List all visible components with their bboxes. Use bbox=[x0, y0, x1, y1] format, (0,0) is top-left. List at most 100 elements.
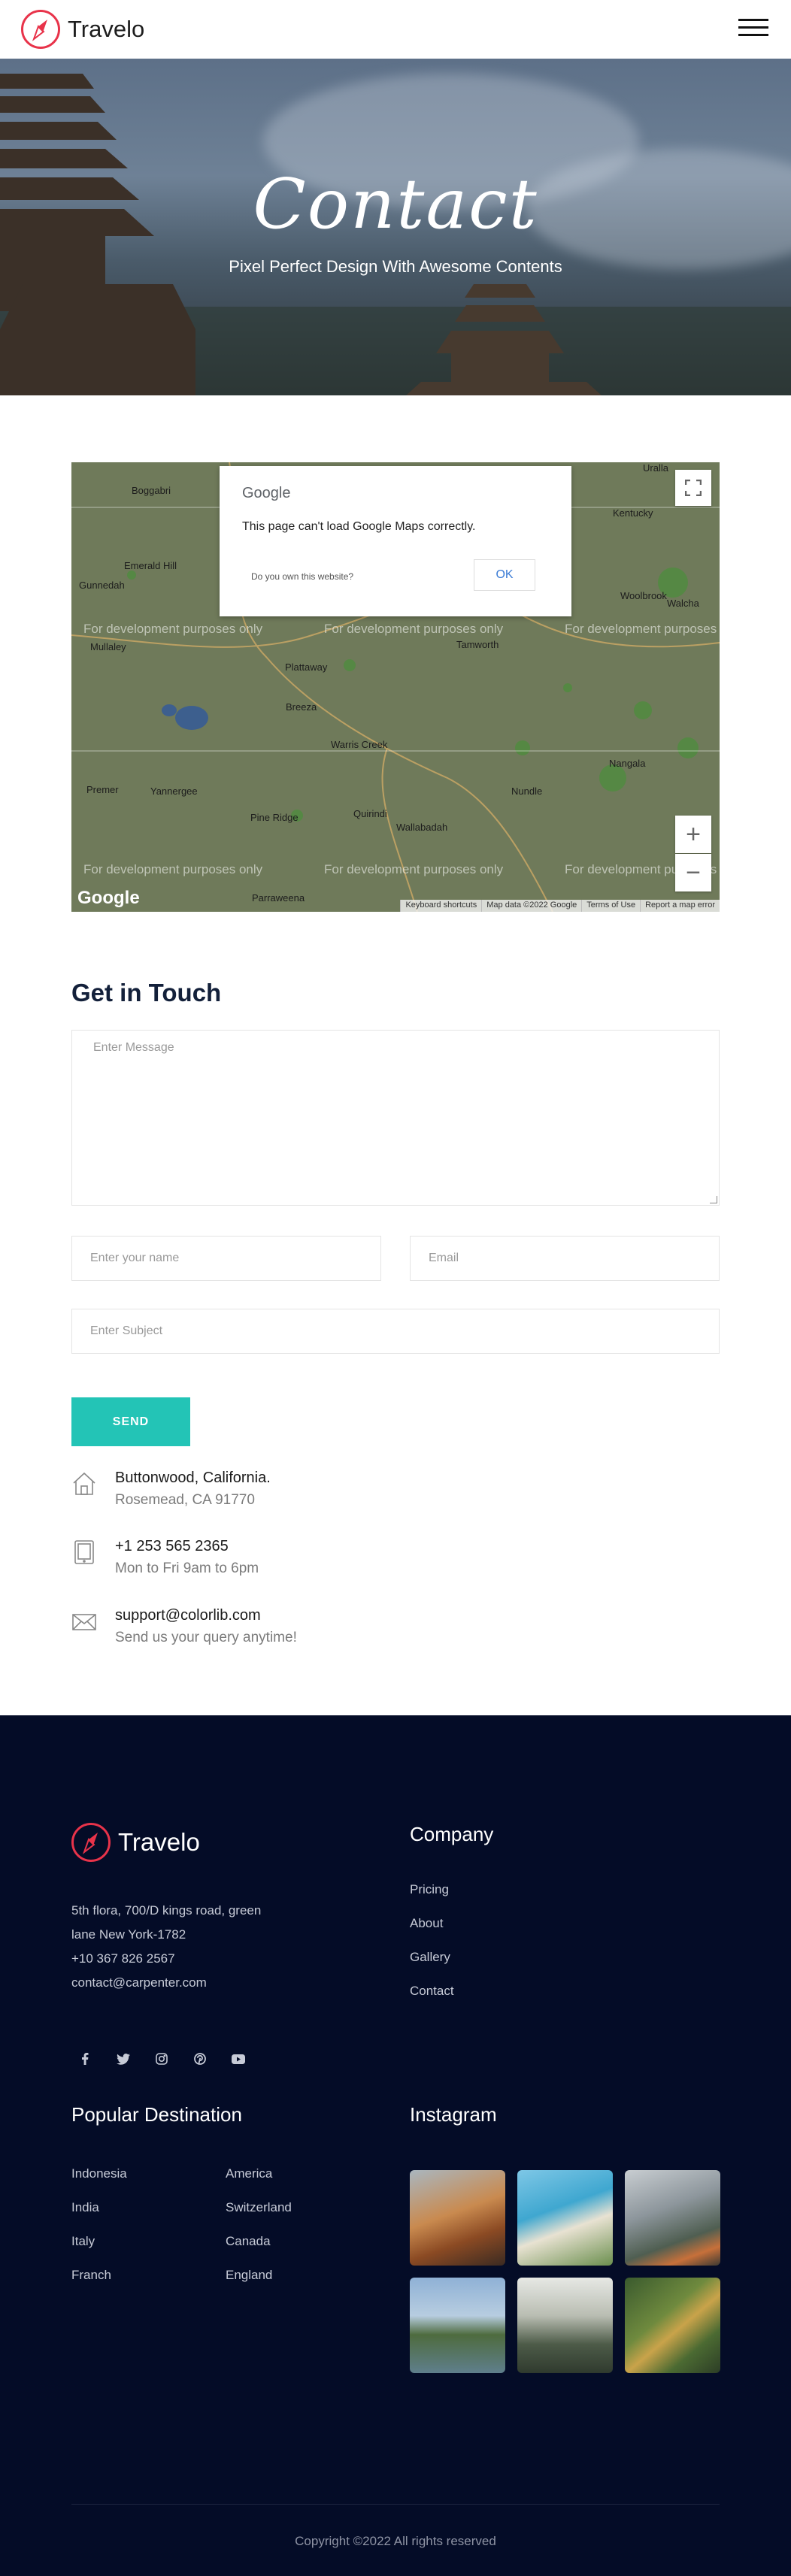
map-place-label: Uralla bbox=[643, 462, 668, 474]
home-icon bbox=[73, 1472, 95, 1495]
message-placeholder: Enter Message bbox=[93, 1041, 174, 1054]
google-logo[interactable]: Google bbox=[77, 888, 140, 909]
footer-link-about[interactable]: About bbox=[410, 1916, 443, 1931]
map-place-label: Boggabri bbox=[132, 485, 171, 496]
map-place-label: Tamworth bbox=[456, 639, 499, 650]
facebook-icon[interactable] bbox=[74, 2048, 96, 2070]
instagram-photo[interactable] bbox=[625, 2278, 720, 2373]
destination-link[interactable]: Canada bbox=[226, 2234, 271, 2249]
youtube-icon[interactable] bbox=[227, 2048, 250, 2070]
destination-link[interactable]: Italy bbox=[71, 2234, 95, 2249]
map-owner-question[interactable]: Do you own this website? bbox=[251, 571, 353, 582]
map-dev-watermark: For development purposes only bbox=[324, 622, 504, 636]
subject-placeholder: Enter Subject bbox=[90, 1324, 163, 1337]
page-title: Contact bbox=[253, 164, 538, 244]
footer-divider bbox=[71, 2504, 720, 2505]
send-button[interactable]: SEND bbox=[71, 1397, 190, 1446]
map-place-label: Nundle bbox=[511, 786, 543, 797]
instagram-photo[interactable] bbox=[410, 2278, 505, 2373]
company-heading: Company bbox=[410, 1823, 494, 1845]
instagram-heading: Instagram bbox=[410, 2103, 497, 2126]
destination-link[interactable]: Switzerland bbox=[226, 2200, 292, 2215]
email-input[interactable]: Email bbox=[410, 1236, 720, 1281]
destination-link[interactable]: India bbox=[71, 2200, 99, 2215]
brand-logo[interactable]: Travelo bbox=[21, 10, 144, 49]
twitter-icon[interactable] bbox=[112, 2048, 135, 2070]
instagram-photo[interactable] bbox=[517, 2278, 613, 2373]
map-place-label: Kentucky bbox=[613, 507, 653, 519]
copyright-text: Copyright ©2022 All rights reserved bbox=[295, 2534, 496, 2548]
email-note: Send us your query anytime! bbox=[115, 1630, 297, 1645]
email-placeholder: Email bbox=[429, 1252, 459, 1264]
phone-hours: Mon to Fri 9am to 6pm bbox=[115, 1560, 259, 1576]
hero-banner: Contact Pixel Perfect Design With Awesom… bbox=[0, 59, 791, 395]
instagram-photo[interactable] bbox=[517, 2170, 613, 2266]
destination-link[interactable]: America bbox=[226, 2166, 272, 2181]
contact-info-address: Buttonwood, California. Rosemead, CA 917… bbox=[71, 1470, 598, 1515]
footer-brand-name: Travelo bbox=[118, 1828, 200, 1856]
destination-link[interactable]: Franch bbox=[71, 2268, 111, 2283]
instagram-photo[interactable] bbox=[625, 2170, 720, 2266]
map-dev-watermark: For development purposes only bbox=[83, 622, 263, 636]
instagram-icon[interactable] bbox=[150, 2048, 173, 2070]
footer-link-contact[interactable]: Contact bbox=[410, 1984, 454, 1999]
footer-logo[interactable]: Travelo bbox=[71, 1823, 200, 1862]
map-place-label: Parraweena bbox=[252, 892, 305, 904]
map-ok-button[interactable]: OK bbox=[474, 559, 535, 591]
popular-destination-heading: Popular Destination bbox=[71, 2103, 242, 2126]
destination-link[interactable]: England bbox=[226, 2268, 272, 2283]
map-attribution: Keyboard shortcuts Map data ©2022 Google… bbox=[400, 900, 720, 912]
footer-email[interactable]: contact@carpenter.com bbox=[71, 1975, 207, 1990]
address-sub: Rosemead, CA 91770 bbox=[115, 1492, 255, 1508]
zoom-in-button[interactable]: + bbox=[675, 816, 711, 853]
subject-input[interactable]: Enter Subject bbox=[71, 1309, 720, 1354]
site-footer: Travelo 5th flora, 700/D kings road, gre… bbox=[0, 1715, 791, 2576]
address-title: Buttonwood, California. bbox=[115, 1470, 271, 1486]
map-place-label: Warris Creek bbox=[331, 739, 388, 750]
name-placeholder: Enter your name bbox=[90, 1252, 180, 1264]
destination-link[interactable]: Indonesia bbox=[71, 2166, 127, 2181]
footer-address-line: 5th flora, 700/D kings road, green bbox=[71, 1903, 262, 1918]
zoom-out-button[interactable]: − bbox=[675, 854, 711, 891]
map-place-label: Quirindi bbox=[353, 808, 387, 819]
map-place-label: Walcha bbox=[667, 598, 699, 609]
map-place-label: Breeza bbox=[286, 701, 317, 713]
map-place-label: Emerald Hill bbox=[124, 560, 177, 571]
footer-link-pricing[interactable]: Pricing bbox=[410, 1882, 449, 1897]
brand-name: Travelo bbox=[68, 16, 145, 42]
site-header: Travelo bbox=[0, 0, 791, 59]
fullscreen-icon[interactable] bbox=[675, 470, 711, 506]
map-place-label: Yannergee bbox=[150, 786, 198, 797]
name-input[interactable]: Enter your name bbox=[71, 1236, 381, 1281]
map-place-label: Pine Ridge bbox=[250, 812, 299, 823]
map-place-label: Premer bbox=[86, 784, 119, 795]
instagram-photo[interactable] bbox=[410, 2170, 505, 2266]
phone-number[interactable]: +1 253 565 2365 bbox=[115, 1538, 229, 1555]
email-address[interactable]: support@colorlib.com bbox=[115, 1607, 261, 1624]
email-icon bbox=[72, 1614, 96, 1630]
report-error-link[interactable]: Report a map error bbox=[640, 900, 720, 912]
menu-icon[interactable] bbox=[738, 19, 768, 38]
map-place-label: Woolbrook bbox=[620, 590, 667, 601]
map-error-message: This page can't load Google Maps correct… bbox=[242, 520, 476, 533]
terms-link[interactable]: Terms of Use bbox=[581, 900, 640, 912]
keyboard-shortcuts-link[interactable]: Keyboard shortcuts bbox=[400, 900, 481, 912]
resize-handle-icon[interactable] bbox=[710, 1196, 717, 1203]
footer-phone[interactable]: +10 367 826 2567 bbox=[71, 1951, 175, 1966]
map-place-label: Mullaley bbox=[90, 641, 126, 652]
compass-logo-icon bbox=[71, 1823, 111, 1862]
map-place-label: Plattaway bbox=[285, 661, 328, 673]
map-place-label: Gunnedah bbox=[79, 580, 125, 591]
map-place-label: Nangala bbox=[609, 758, 646, 769]
tablet-icon bbox=[74, 1540, 94, 1564]
footer-link-gallery[interactable]: Gallery bbox=[410, 1950, 450, 1965]
footer-address-line: lane New York-1782 bbox=[71, 1927, 186, 1942]
map-error-dialog: Google This page can't load Google Maps … bbox=[220, 466, 571, 616]
map-data-text: Map data ©2022 Google bbox=[481, 900, 581, 912]
message-textarea[interactable]: Enter Message bbox=[71, 1030, 720, 1206]
google-map[interactable]: Boggabri Emerald Hill Gunnedah Mullaley … bbox=[71, 462, 720, 912]
pinterest-icon[interactable] bbox=[189, 2048, 211, 2070]
contact-info-phone: +1 253 565 2365 Mon to Fri 9am to 6pm bbox=[71, 1538, 598, 1583]
google-dialog-logo: Google bbox=[242, 485, 291, 501]
compass-logo-icon bbox=[21, 10, 60, 49]
